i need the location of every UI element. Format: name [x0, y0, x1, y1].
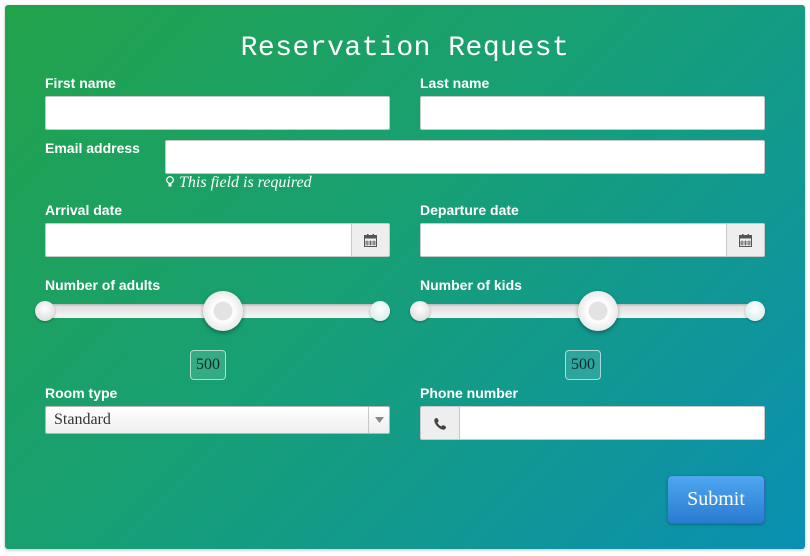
departure-date-label: Departure date	[420, 202, 519, 218]
calendar-icon	[739, 233, 752, 247]
kids-value: 500	[565, 350, 601, 380]
kids-slider-knob[interactable]	[578, 291, 618, 331]
arrival-calendar-button[interactable]	[351, 223, 390, 257]
email-input[interactable]	[165, 140, 765, 174]
reservation-form: Reservation Request First name Last name…	[5, 5, 805, 549]
phone-icon	[433, 417, 446, 430]
triangle-down-icon	[374, 417, 384, 423]
adults-slider-max-cap	[370, 301, 390, 321]
adults-slider-knob[interactable]	[203, 291, 243, 331]
kids-slider-min-cap	[410, 301, 430, 321]
dropdown-arrow[interactable]	[368, 407, 389, 433]
email-required-hint: This field is required	[165, 174, 312, 192]
arrival-date-label: Arrival date	[45, 202, 123, 218]
room-type-select[interactable]: Standard	[45, 406, 390, 434]
room-type-selected: Standard	[54, 411, 111, 428]
phone-input[interactable]	[459, 406, 765, 440]
room-type-label: Room type	[45, 385, 118, 401]
kids-label: Number of kids	[420, 277, 522, 293]
last-name-input[interactable]	[420, 96, 765, 130]
last-name-label: Last name	[420, 75, 490, 91]
email-hint-text: This field is required	[179, 174, 312, 191]
adults-label: Number of adults	[45, 277, 161, 293]
email-label: Email address	[45, 140, 140, 156]
arrival-date-input[interactable]	[45, 223, 352, 257]
first-name-input[interactable]	[45, 96, 390, 130]
adults-slider-min-cap	[35, 301, 55, 321]
departure-calendar-button[interactable]	[726, 223, 765, 257]
submit-button[interactable]: Submit	[667, 475, 765, 524]
adults-value: 500	[190, 350, 226, 380]
first-name-label: First name	[45, 75, 116, 91]
kids-slider-max-cap	[745, 301, 765, 321]
form-title: Reservation Request	[240, 33, 570, 64]
phone-addon	[420, 406, 460, 440]
calendar-icon	[364, 233, 377, 247]
lightbulb-icon	[166, 176, 174, 187]
phone-label: Phone number	[420, 385, 519, 401]
departure-date-input[interactable]	[420, 223, 727, 257]
